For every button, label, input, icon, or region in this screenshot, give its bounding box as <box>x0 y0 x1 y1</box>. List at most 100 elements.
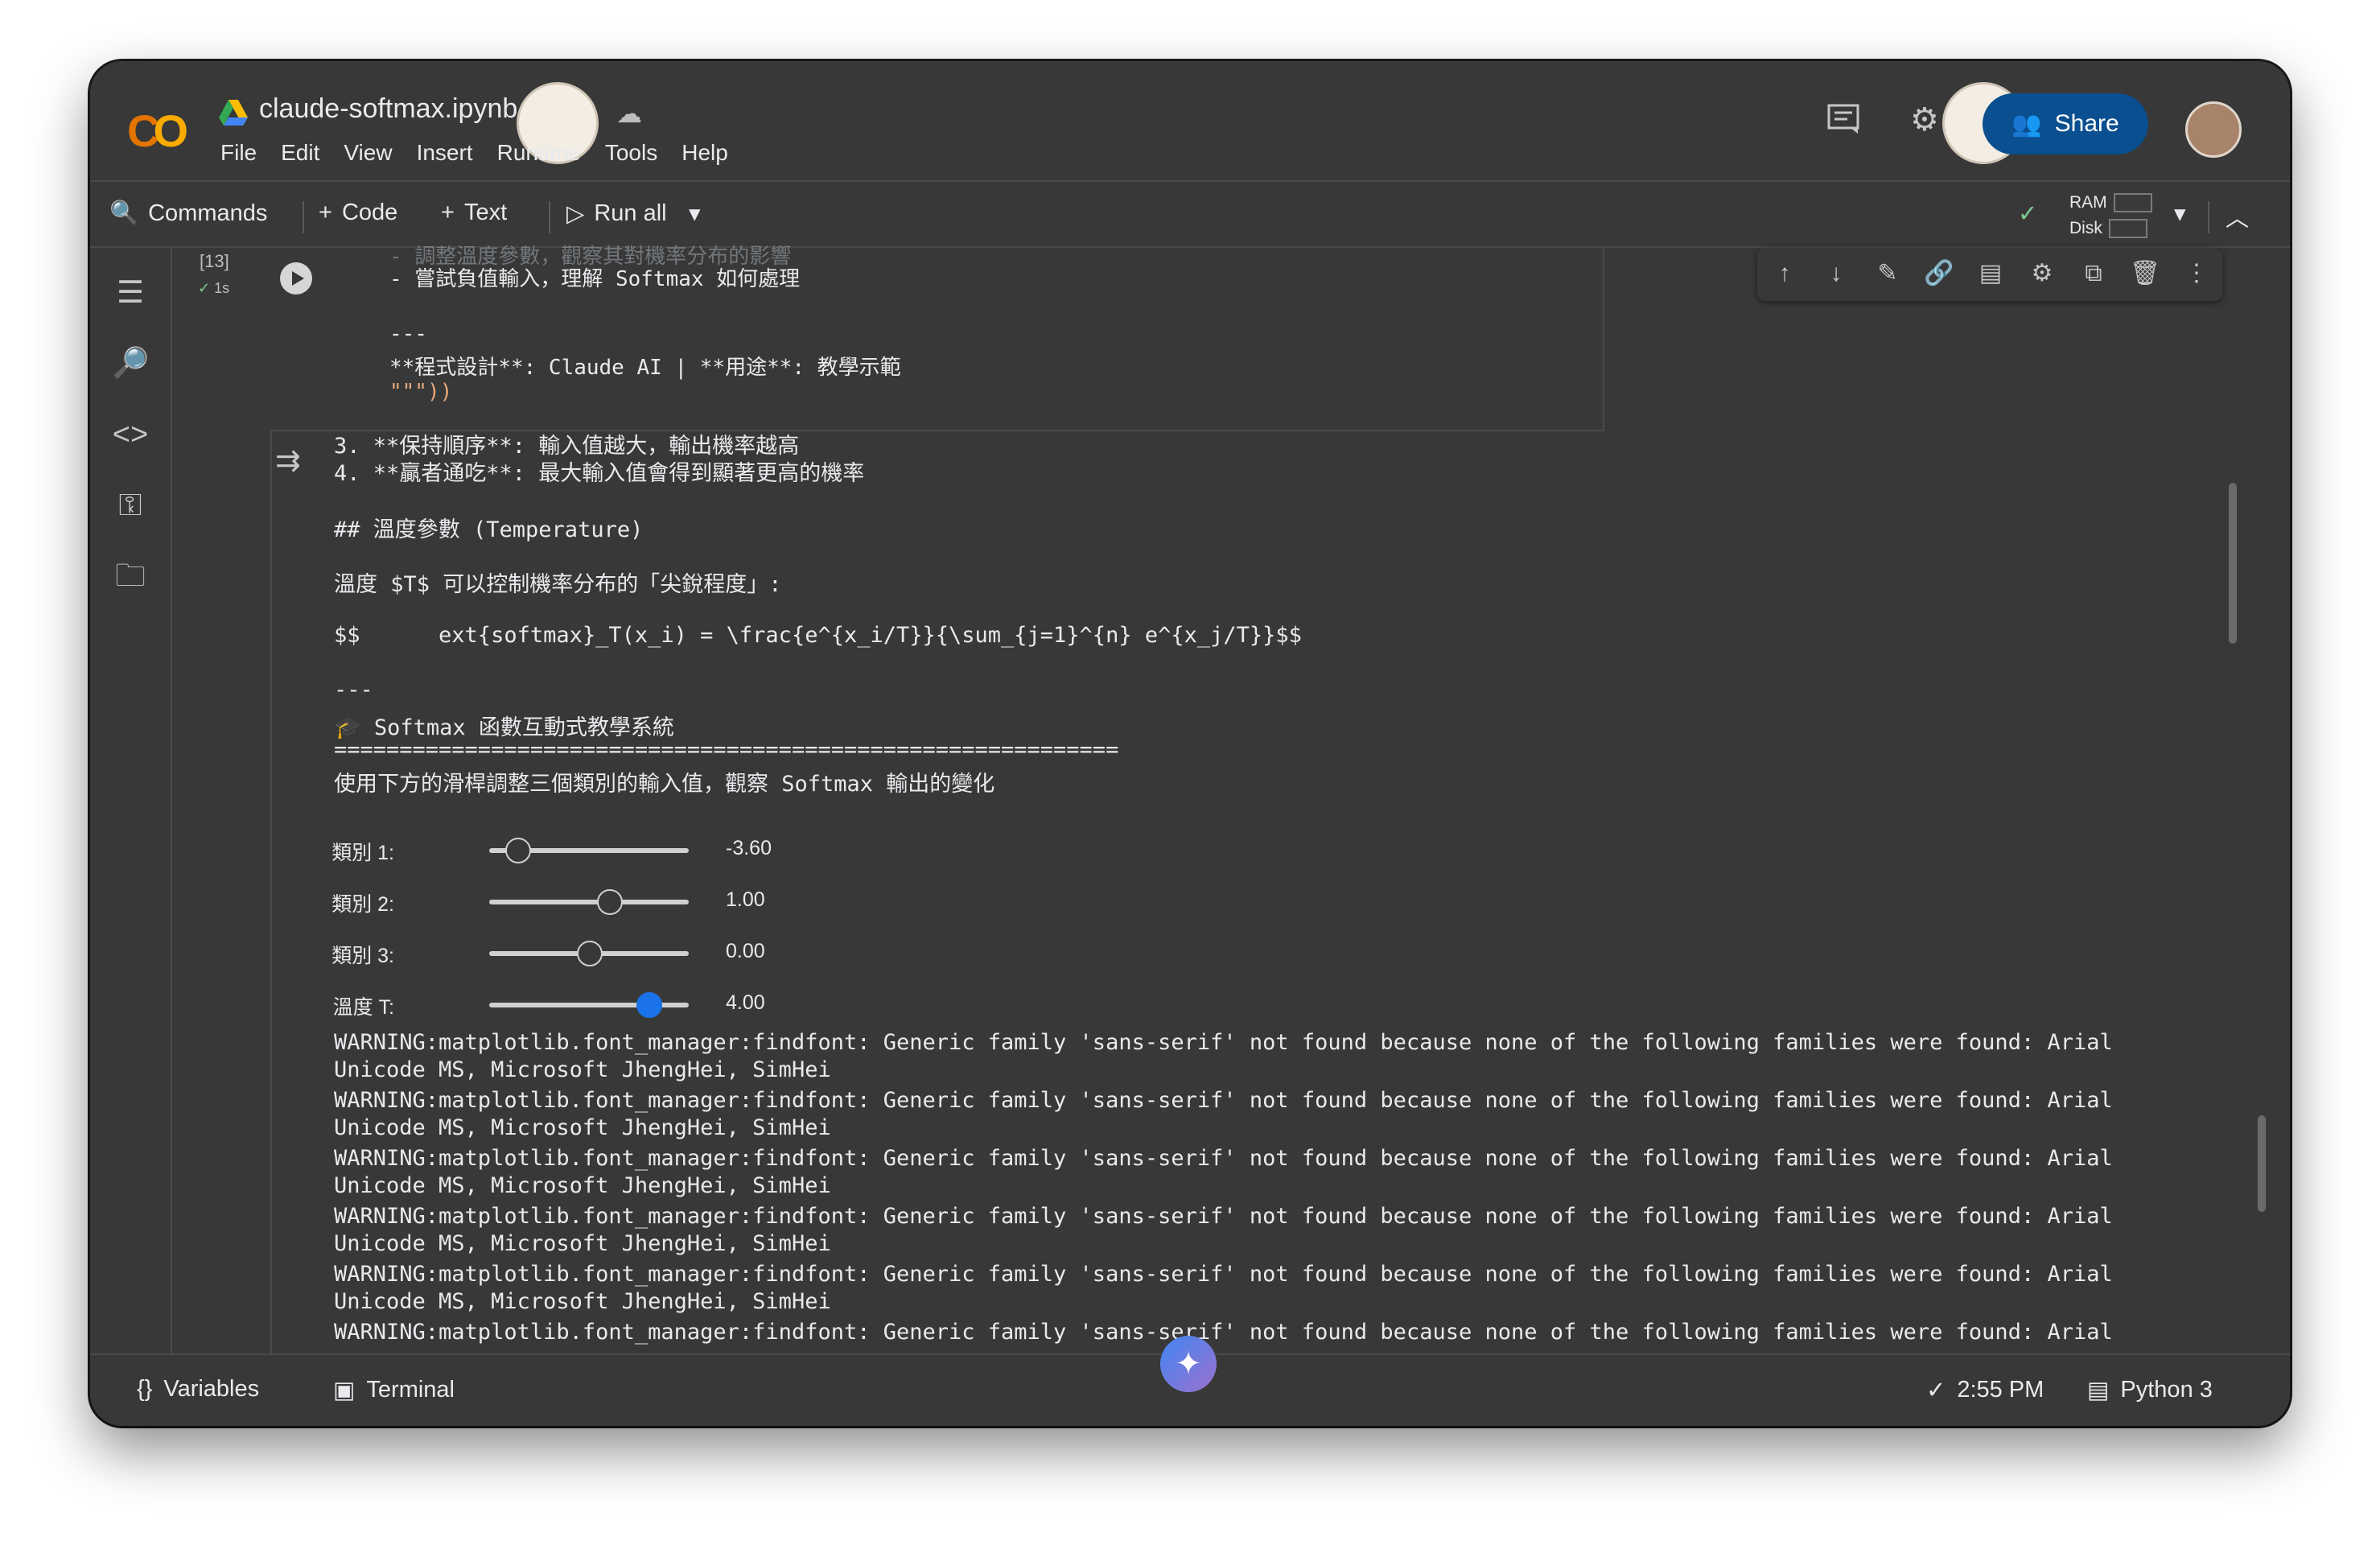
ram-bar <box>2113 193 2152 213</box>
add-code-button[interactable]: + Code <box>319 200 397 226</box>
slider-value: -3.60 <box>726 837 772 859</box>
notebook-filename[interactable]: claude-softmax.ipynb <box>259 93 517 125</box>
share-button[interactable]: 👥 Share <box>1983 93 2148 154</box>
menu-edit[interactable]: Edit <box>281 140 319 166</box>
code-line: """)) <box>389 380 453 404</box>
cloud-icon[interactable]: ☁ <box>616 98 642 129</box>
slider-class-2[interactable] <box>489 889 689 915</box>
toolbar-divider <box>549 201 550 233</box>
output-line: 使用下方的滑桿調整三個類別的輸入值，觀察 Softmax 輸出的變化 <box>334 772 995 797</box>
execution-time-label: 1s <box>214 280 230 296</box>
check-icon: ✓ <box>198 280 211 296</box>
code-snippets-icon[interactable]: <> <box>108 412 153 457</box>
run-all-button[interactable]: ▷ Run all <box>566 200 667 228</box>
link-icon[interactable]: 🔗 <box>1923 258 1955 290</box>
people-icon: 👥 <box>2011 110 2042 138</box>
slider-label: 類別 3: <box>331 945 394 967</box>
colab-logo[interactable]: CO <box>127 105 188 157</box>
terminal-button[interactable]: ▣ Terminal <box>333 1376 455 1404</box>
slider-knob[interactable] <box>577 941 603 966</box>
table-of-contents-icon[interactable]: ☰ <box>108 270 153 315</box>
secrets-key-icon[interactable]: ⚿ <box>108 483 153 528</box>
menu-tools[interactable]: Tools <box>605 140 657 166</box>
execution-time: ✓ 1s <box>198 280 229 297</box>
output-line: $$ ext{softmax}_T(x_i) = \frac{e^{x_i/T}… <box>334 623 1302 648</box>
code-line: **程式設計**: Claude AI | **用途**: 教學示範 <box>389 356 901 380</box>
files-folder-icon[interactable]: 🗀 <box>108 554 153 599</box>
colab-window: CO claude-softmax.ipynb ☆ ☁ File Edit Vi… <box>90 61 2290 1426</box>
header: CO claude-softmax.ipynb ☆ ☁ File Edit Vi… <box>90 61 2290 182</box>
resources-dropdown-icon[interactable]: ▾ <box>2174 200 2186 228</box>
notebook-scrollbar[interactable] <box>2258 1115 2266 1212</box>
warning-line: WARNING:matplotlib.font_manager:findfont… <box>334 1146 2113 1171</box>
gemini-sparkle-button[interactable]: ✦ <box>1160 1336 1217 1392</box>
move-down-icon[interactable]: ↓ <box>1820 258 1852 290</box>
plus-icon: + <box>441 200 455 225</box>
slider-label: 溫度 T: <box>332 996 394 1019</box>
slider-value: 4.00 <box>726 991 765 1014</box>
slider-label: 類別 2: <box>331 893 394 916</box>
delete-icon[interactable]: 🗑 <box>2129 258 2161 290</box>
output-line: 溫度 $T$ 可以控制機率分布的「尖銳程度」: <box>334 572 782 597</box>
add-text-button[interactable]: + Text <box>441 200 507 226</box>
warning-line: WARNING:matplotlib.font_manager:findfont… <box>334 1088 2113 1113</box>
add-text-label: Text <box>463 200 508 225</box>
mirror-cell-icon[interactable]: ⧉ <box>2077 258 2110 290</box>
warning-line: Unicode MS, Microsoft JhengHei, SimHei <box>334 1289 831 1314</box>
slider-knob[interactable] <box>504 838 531 863</box>
collapse-header-icon[interactable]: ︿ <box>2226 200 2249 233</box>
edit-magic-icon[interactable]: ✎ <box>1871 258 1904 290</box>
slider-class-1[interactable] <box>489 838 689 863</box>
slider-knob[interactable] <box>636 992 663 1018</box>
settings-gear-icon[interactable]: ⚙ <box>1910 101 1939 138</box>
menu-file[interactable]: File <box>220 140 257 166</box>
warning-line: Unicode MS, Microsoft JhengHei, SimHei <box>334 1231 831 1256</box>
output-scrollbar[interactable] <box>2229 483 2237 644</box>
variables-button[interactable]: {} Variables <box>137 1376 259 1403</box>
disk-bar <box>2108 219 2147 239</box>
toolbar-divider <box>2208 201 2209 233</box>
last-run-time: 2:55 PM <box>1957 1377 2044 1403</box>
warning-line: WARNING:matplotlib.font_manager:findfont… <box>334 1320 2113 1345</box>
slider-value: 1.00 <box>726 888 765 911</box>
terminal-label: Terminal <box>366 1377 455 1403</box>
move-up-icon[interactable]: ↑ <box>1769 258 1801 290</box>
menu-insert[interactable]: Insert <box>417 140 473 166</box>
resources-indicator[interactable]: RAM Disk <box>2069 190 2152 241</box>
slider-label: 類別 1: <box>331 842 394 864</box>
avatar[interactable] <box>2185 101 2242 158</box>
menu-view[interactable]: View <box>344 140 392 166</box>
share-label: Share <box>2054 110 2119 137</box>
slider-temperature[interactable] <box>489 992 689 1018</box>
menu-runtime[interactable]: Runtime <box>497 140 581 166</box>
last-run-status[interactable]: ✓ 2:55 PM <box>1926 1376 2044 1404</box>
toolbar-divider <box>303 201 304 233</box>
braces-icon: {} <box>137 1376 153 1402</box>
run-all-dropdown-icon[interactable]: ▾ <box>689 200 701 228</box>
commands-button[interactable]: 🔍 Commands <box>109 200 267 227</box>
more-options-icon[interactable]: ⋮ <box>2180 258 2213 290</box>
left-sidebar: ☰ 🔎 <> ⚿ 🗀 <box>90 248 172 1353</box>
warning-line: Unicode MS, Microsoft JhengHei, SimHei <box>334 1115 831 1140</box>
server-icon: ▤ <box>2087 1378 2110 1403</box>
connected-check-icon: ✓ <box>2018 201 2038 227</box>
search-icon: 🔍 <box>109 200 139 226</box>
comments-icon[interactable] <box>1826 103 1860 143</box>
output-line: --- <box>334 678 373 702</box>
plus-icon: + <box>319 200 332 225</box>
kernel-label: Python 3 <box>2120 1377 2213 1403</box>
output-line: ## 溫度參數 (Temperature) <box>334 517 644 542</box>
kernel-status[interactable]: ▤ Python 3 <box>2087 1376 2213 1404</box>
slider-class-3[interactable] <box>489 941 689 966</box>
slider-knob[interactable] <box>596 889 623 915</box>
play-icon: ▷ <box>566 201 585 227</box>
menu-help[interactable]: Help <box>681 140 728 166</box>
comment-icon[interactable]: ▤ <box>1974 258 2007 290</box>
disk-label: Disk <box>2069 219 2102 237</box>
settings-gear-icon[interactable]: ⚙ <box>2026 258 2058 290</box>
run-cell-button[interactable] <box>280 262 312 295</box>
terminal-icon: ▣ <box>333 1378 356 1403</box>
output-toggle-icon[interactable]: ⇉ <box>275 443 301 479</box>
output-line: 4. **贏者通吃**: 最大輸入值會得到顯著更高的機率 <box>334 461 865 486</box>
find-replace-icon[interactable]: 🔎 <box>108 341 153 386</box>
